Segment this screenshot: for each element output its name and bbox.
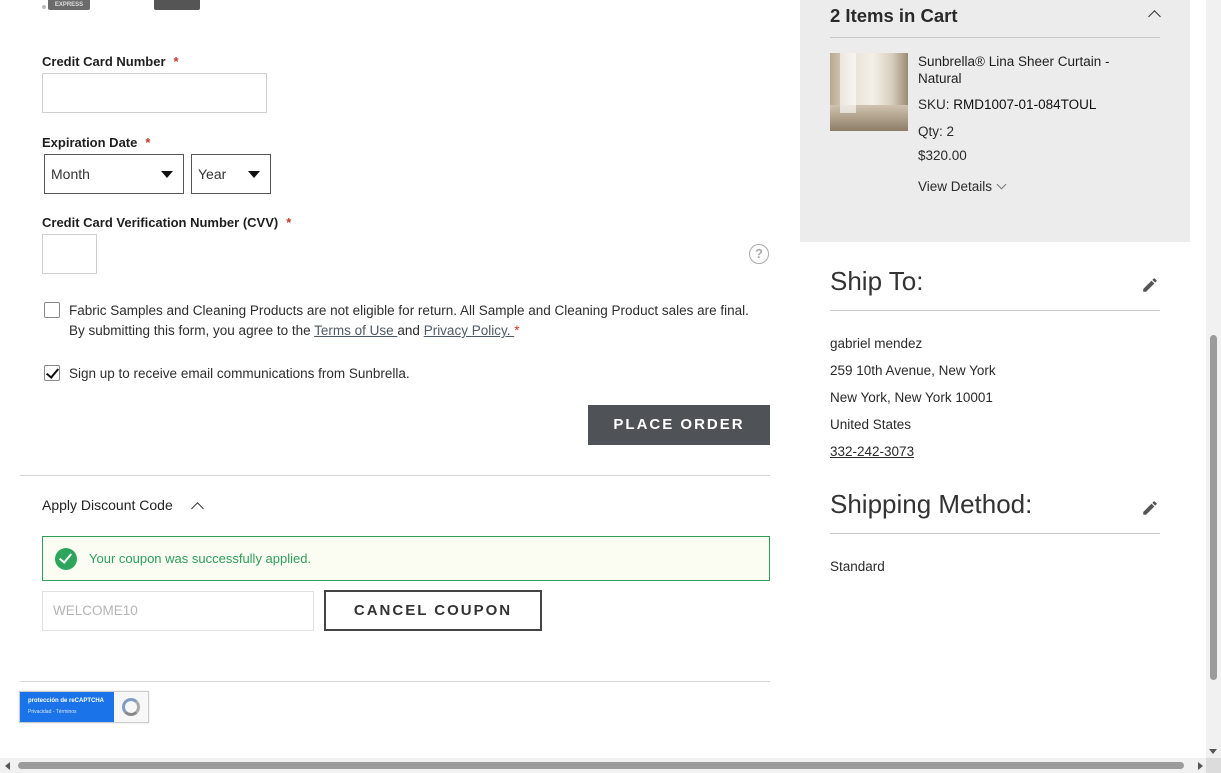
recaptcha-line2: Privacidad - Términos [28, 709, 77, 715]
horizontal-scroll-thumb[interactable] [18, 762, 1184, 769]
privacy-policy-link[interactable]: Privacy Policy. [424, 323, 515, 338]
recaptcha-line1: protección de reCAPTCHA [28, 698, 105, 704]
expiration-label: Expiration Date * [42, 135, 150, 150]
cart-summary-panel: 2 Items in Cart Sunbrella® Lina Sheer Cu… [800, 0, 1190, 242]
vertical-scroll-thumb[interactable] [1210, 335, 1217, 680]
signup-label: Sign up to receive email communications … [69, 366, 410, 381]
visa-logo-icon: VISA [104, 0, 148, 10]
cancel-coupon-button[interactable]: CANCEL COUPON [324, 590, 542, 631]
vertical-scrollbar[interactable] [1206, 0, 1221, 758]
cart-title[interactable]: 2 Items in Cart [830, 5, 958, 27]
logo-dot [42, 5, 46, 9]
divider [20, 681, 770, 682]
amex-logo-icon: EXPRESS [48, 0, 90, 10]
scroll-down-arrow-icon[interactable] [1209, 749, 1217, 754]
view-details-text: View Details [918, 179, 993, 194]
product-thumbnail [830, 53, 908, 131]
product-price: $320.00 [918, 148, 967, 163]
ship-country: United States [830, 417, 912, 432]
discount-code-input[interactable]: WELCOME10 [42, 591, 314, 631]
success-text: Your coupon was successfully applied. [89, 551, 312, 566]
shipping-method-value: Standard [830, 559, 885, 574]
chevron-up-icon[interactable] [191, 502, 204, 515]
place-order-button[interactable]: PLACE ORDER [588, 405, 770, 445]
coupon-success-message: Your coupon was successfully applied. [42, 536, 770, 581]
check-circle-icon [55, 548, 77, 570]
caret-down-icon [161, 171, 173, 178]
help-icon[interactable]: ? [749, 244, 769, 264]
chevron-up-icon[interactable] [1148, 10, 1161, 23]
sku-label: SKU: [918, 97, 950, 112]
terms-text: Fabric Samples and Cleaning Products are… [69, 301, 759, 341]
divider [830, 310, 1160, 311]
product-sku: SKU: RMD1007-01-084TOUL [918, 97, 1096, 112]
mastercard-logo-icon [154, 0, 200, 10]
cvv-input[interactable] [42, 234, 97, 274]
divider [20, 475, 770, 476]
product-qty: Qty: 2 [918, 124, 955, 139]
card-number-input[interactable] [42, 73, 267, 113]
terms-and: and [397, 323, 424, 338]
cvv-label-text: Credit Card Verification Number (CVV) [42, 215, 279, 230]
apply-discount-toggle[interactable]: Apply Discount Code [42, 497, 173, 513]
recaptcha-label: protección de reCAPTCHA Privacidad - Tér… [20, 692, 114, 722]
ship-street: 259 10th Avenue, New York [830, 363, 996, 378]
ship-to-title: Ship To: [830, 266, 924, 296]
view-details-link[interactable]: View Details [918, 179, 1007, 194]
year-select-value: Year [198, 166, 227, 182]
ship-phone-link[interactable]: 332-242-3073 [830, 444, 914, 459]
terms-of-use-link[interactable]: Terms of Use [314, 323, 397, 338]
month-select[interactable]: Month [44, 154, 184, 194]
terms-checkbox[interactable] [44, 302, 60, 318]
recaptcha-logo-icon [122, 698, 140, 716]
chevron-down-icon [996, 179, 1007, 190]
scroll-left-arrow-icon[interactable] [5, 762, 10, 770]
horizontal-scrollbar[interactable] [0, 758, 1221, 773]
required-mark: * [145, 135, 151, 150]
card-number-label-text: Credit Card Number [42, 54, 166, 69]
signup-checkbox[interactable] [44, 365, 60, 381]
required-mark: * [173, 54, 179, 69]
edit-pencil-icon[interactable] [1141, 276, 1159, 294]
divider [830, 533, 1160, 534]
year-select[interactable]: Year [191, 154, 271, 194]
expiration-label-text: Expiration Date [42, 135, 138, 150]
ship-name: gabriel mendez [830, 336, 923, 351]
ship-city: New York, New York 10001 [830, 390, 993, 405]
divider [830, 37, 1160, 38]
recaptcha-badge[interactable]: protección de reCAPTCHA Privacidad - Tér… [19, 691, 149, 723]
sku-value: RMD1007-01-084TOUL [953, 97, 1097, 112]
edit-pencil-icon[interactable] [1141, 499, 1159, 517]
required-mark: * [514, 323, 520, 338]
scrollbar-corner [1206, 758, 1221, 773]
required-mark: * [286, 215, 292, 230]
card-number-label: Credit Card Number * [42, 54, 179, 69]
shipping-method-title: Shipping Method: [830, 489, 1033, 519]
product-name: Sunbrella® Lina Sheer Curtain - Natural [918, 54, 1110, 86]
scroll-right-arrow-icon[interactable] [1198, 762, 1203, 770]
caret-down-icon [248, 171, 260, 178]
cvv-label: Credit Card Verification Number (CVV) * [42, 215, 291, 230]
month-select-value: Month [51, 166, 90, 182]
